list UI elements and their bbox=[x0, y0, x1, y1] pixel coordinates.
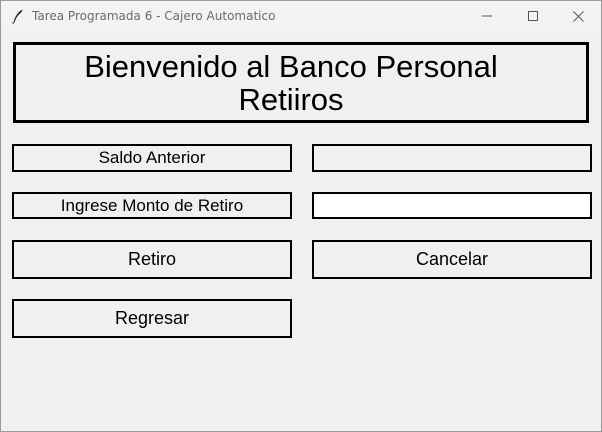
window-title: Tarea Programada 6 - Cajero Automatico bbox=[32, 9, 276, 23]
amount-input[interactable] bbox=[312, 192, 592, 219]
title-bar[interactable]: Tarea Programada 6 - Cajero Automatico bbox=[1, 1, 601, 31]
previous-balance-label: Saldo Anterior bbox=[12, 144, 292, 172]
maximize-icon bbox=[528, 11, 538, 21]
withdraw-button[interactable]: Retiro bbox=[12, 240, 292, 279]
cancel-button[interactable]: Cancelar bbox=[312, 240, 592, 279]
section-title: Retiiros bbox=[238, 81, 344, 117]
minimize-button[interactable] bbox=[464, 1, 510, 31]
close-icon bbox=[572, 10, 584, 22]
welcome-title: Bienvenido al Banco Personal bbox=[84, 48, 498, 84]
app-window: Tarea Programada 6 - Cajero Automatico B… bbox=[0, 0, 602, 432]
previous-balance-field bbox=[312, 144, 592, 172]
maximize-button[interactable] bbox=[510, 1, 556, 31]
amount-label: Ingrese Monto de Retiro bbox=[12, 192, 292, 219]
close-button[interactable] bbox=[555, 1, 601, 31]
welcome-banner: Bienvenido al Banco Personal Retiiros bbox=[13, 42, 589, 123]
minimize-icon bbox=[482, 15, 492, 17]
feather-icon bbox=[10, 8, 26, 24]
back-button[interactable]: Regresar bbox=[12, 299, 292, 338]
